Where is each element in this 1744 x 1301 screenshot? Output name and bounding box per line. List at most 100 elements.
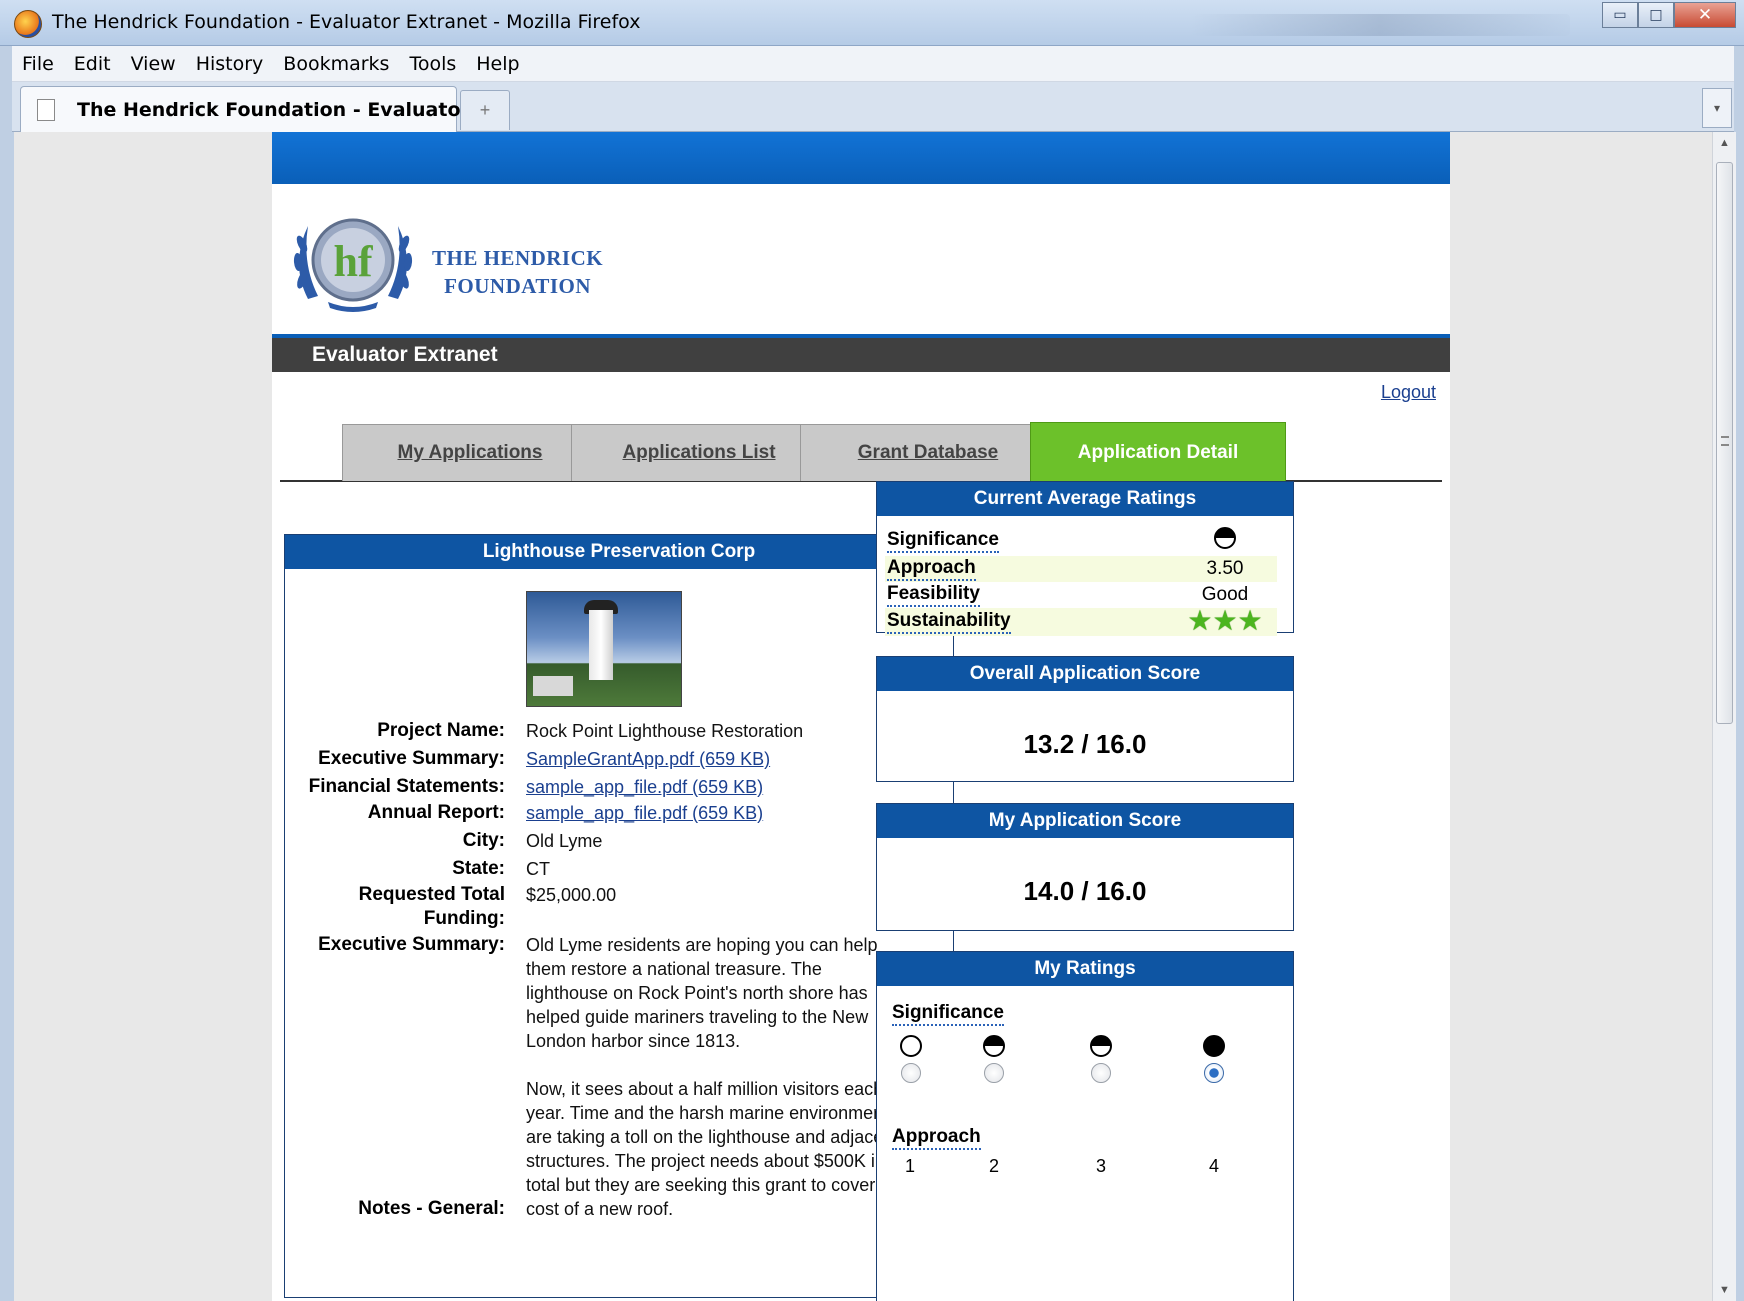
half-circle-rating-icon xyxy=(1090,1035,1112,1057)
firefox-logo-icon xyxy=(14,10,42,38)
page-icon xyxy=(37,99,55,121)
executive-summary-file-link[interactable]: SampleGrantApp.pdf (659 KB) xyxy=(526,747,770,771)
my-score-title: My Application Score xyxy=(877,804,1293,838)
star-icon: ★ xyxy=(1212,605,1238,636)
menu-bookmarks[interactable]: Bookmarks xyxy=(273,53,399,75)
field-label-executive-summary-file: Executive Summary: xyxy=(318,748,505,769)
browser-tab-label: The Hendrick Foundation - Evaluator ... xyxy=(77,99,499,121)
full-circle-rating-icon xyxy=(1203,1035,1225,1057)
requested-label-line-1: Requested Total xyxy=(358,884,505,905)
summary-paragraph-2: Now, it sees about a half million visito… xyxy=(526,1079,906,1219)
menu-history[interactable]: History xyxy=(186,53,274,75)
tab-my-applications[interactable]: My Applications xyxy=(342,424,598,481)
approach-number-1: 1 xyxy=(905,1156,916,1176)
executive-summary-text: Old Lyme residents are hoping you can he… xyxy=(526,933,906,1221)
my-ratings-title: My Ratings xyxy=(877,952,1293,986)
star-icon: ★ xyxy=(1187,605,1213,636)
window-title: The Hendrick Foundation - Evaluator Extr… xyxy=(52,11,641,33)
significance-radio-4[interactable] xyxy=(1204,1063,1224,1083)
average-ratings-table: Significance Approach 3.50 Feasibility G… xyxy=(885,526,1277,636)
lighthouse-tower xyxy=(589,610,613,680)
field-value-requested-funding: $25,000.00 xyxy=(526,885,617,905)
tab-application-detail[interactable]: Application Detail xyxy=(1030,422,1286,482)
svg-text:hf: hf xyxy=(333,237,373,286)
menu-view[interactable]: View xyxy=(121,53,186,75)
foundation-logo-icon: hf xyxy=(293,218,413,312)
half-circle-rating-icon xyxy=(983,1035,1005,1057)
annual-report-file-link[interactable]: sample_app_file.pdf (659 KB) xyxy=(526,801,763,825)
application-panel: Lighthouse Preservation Corp Project Nam… xyxy=(284,534,954,1298)
site-tabs: My Applications Applications List Grant … xyxy=(280,422,1442,482)
avg-value-sustainability: ★★★ xyxy=(1173,605,1277,636)
significance-radio-1[interactable] xyxy=(901,1063,921,1083)
avg-value-approach: 3.50 xyxy=(1173,556,1277,582)
my-rating-label-approach: Approach xyxy=(892,1126,981,1150)
window-controls: ▭ □ ✕ xyxy=(1602,2,1736,28)
avg-row-approach: Approach 3.50 xyxy=(885,556,1277,582)
window-titlebar: The Hendrick Foundation - Evaluator Extr… xyxy=(0,0,1744,46)
menu-help[interactable]: Help xyxy=(466,53,529,75)
lighthouse-photo xyxy=(526,591,682,707)
thumb-grip-icon xyxy=(1721,436,1729,446)
titlebar-blur xyxy=(1190,14,1570,36)
logout-row: Logout xyxy=(272,372,1450,424)
field-label-executive-summary: Executive Summary: xyxy=(318,934,505,955)
minimize-button[interactable]: ▭ xyxy=(1602,2,1638,28)
requested-label-line-2: Funding: xyxy=(423,908,505,929)
application-title: Lighthouse Preservation Corp xyxy=(285,535,953,569)
field-value-city: Old Lyme xyxy=(526,831,603,851)
section-bar: Evaluator Extranet xyxy=(272,338,1450,372)
field-label-notes-general: Notes - General: xyxy=(358,1198,505,1219)
lighthouse-building xyxy=(533,676,573,696)
empty-circle-rating-icon xyxy=(900,1035,922,1057)
scroll-up-arrow-icon[interactable]: ▲ xyxy=(1713,132,1736,154)
summary-paragraph-1: Old Lyme residents are hoping you can he… xyxy=(526,935,878,1051)
avg-label-feasibility: Feasibility xyxy=(887,583,980,607)
menubar: File Edit View History Bookmarks Tools H… xyxy=(12,46,1734,82)
site-header: hf THE HENDRICK FOUNDATION xyxy=(272,184,1450,334)
tab-list-button[interactable]: ▾ xyxy=(1702,88,1732,128)
approach-number-2: 2 xyxy=(989,1156,1000,1176)
overall-score-value: 13.2 / 16.0 xyxy=(1023,729,1147,759)
approach-number-4: 4 xyxy=(1209,1156,1220,1176)
avg-row-significance: Significance xyxy=(885,526,1277,556)
logout-link[interactable]: Logout xyxy=(1381,382,1436,403)
star-icon: ★ xyxy=(1237,605,1263,636)
field-label-annual-report: Annual Report: xyxy=(367,802,505,823)
average-ratings-title: Current Average Ratings xyxy=(877,482,1293,516)
significance-radio-3[interactable] xyxy=(1091,1063,1111,1083)
overall-score-title: Overall Application Score xyxy=(877,657,1293,691)
average-ratings-panel: Current Average Ratings Significance App… xyxy=(876,481,1294,636)
avg-label-sustainability: Sustainability xyxy=(887,610,1011,634)
browser-tab[interactable]: The Hendrick Foundation - Evaluator ... xyxy=(20,86,498,132)
site-topbar xyxy=(272,132,1450,184)
half-circle-rating-icon xyxy=(1214,527,1236,549)
avg-row-sustainability: Sustainability ★★★ xyxy=(885,605,1277,636)
overall-score-panel: Overall Application Score 13.2 / 16.0 xyxy=(876,656,1294,782)
field-label-state: State: xyxy=(452,858,505,879)
field-value-project-name: Rock Point Lighthouse Restoration xyxy=(526,721,804,741)
field-label-project-name: Project Name: xyxy=(377,720,505,741)
avg-label-significance: Significance xyxy=(887,529,999,553)
my-score-panel: My Application Score 14.0 / 16.0 xyxy=(876,803,1294,931)
significance-radio-2[interactable] xyxy=(984,1063,1004,1083)
my-rating-label-significance: Significance xyxy=(892,1002,1004,1026)
logo-line-2: FOUNDATION xyxy=(444,274,592,298)
maximize-button[interactable]: □ xyxy=(1638,2,1674,28)
avg-label-approach: Approach xyxy=(887,557,976,581)
scroll-thumb[interactable] xyxy=(1716,162,1733,724)
field-value-state: CT xyxy=(526,859,550,879)
foundation-wordmark: THE HENDRICK FOUNDATION xyxy=(432,244,603,300)
vertical-scrollbar[interactable]: ▲ ▼ xyxy=(1712,132,1736,1301)
new-tab-button[interactable]: + xyxy=(460,90,510,130)
approach-number-3: 3 xyxy=(1096,1156,1107,1176)
menu-file[interactable]: File xyxy=(12,53,64,75)
tab-applications-list[interactable]: Applications List xyxy=(571,424,827,481)
menu-tools[interactable]: Tools xyxy=(399,53,466,75)
menu-edit[interactable]: Edit xyxy=(64,53,121,75)
financial-statements-file-link[interactable]: sample_app_file.pdf (659 KB) xyxy=(526,775,763,799)
close-button[interactable]: ✕ xyxy=(1674,2,1736,28)
tab-grant-database[interactable]: Grant Database xyxy=(800,424,1056,481)
field-label-requested-funding: Requested Total Funding: xyxy=(359,883,505,931)
scroll-down-arrow-icon[interactable]: ▼ xyxy=(1713,1279,1736,1301)
